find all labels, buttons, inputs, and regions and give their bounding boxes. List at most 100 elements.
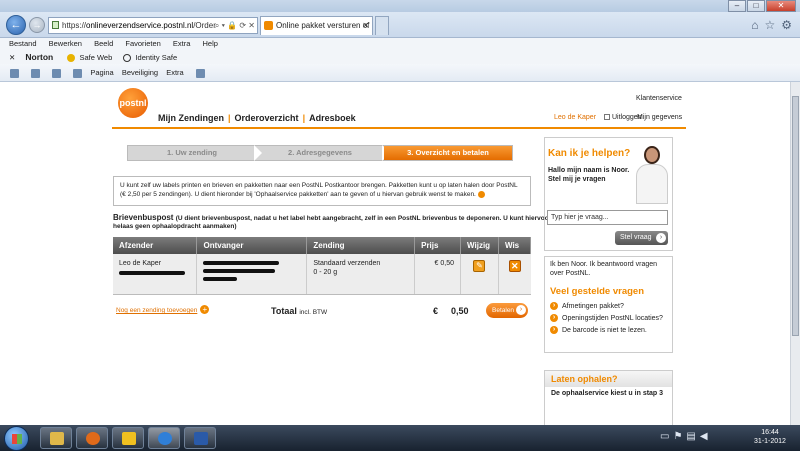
identity-safe-button[interactable]: Identity Safe [135, 53, 177, 62]
address-tools-icon[interactable]: ⌕ ▾ 🔒 ⟳ ✕ [215, 18, 255, 33]
redacted-recipient [203, 269, 276, 273]
info-text: U kunt zelf uw labels printen en brieven… [120, 182, 518, 198]
close-tab-icon[interactable]: ✕ [362, 17, 369, 34]
browser-navbar: ← → https://onlineverzendservice.postnl.… [0, 12, 800, 47]
network-icon[interactable]: ▤ [686, 431, 699, 442]
menu-bestand[interactable]: Bestand [9, 39, 37, 48]
question-input[interactable]: Typ hier je vraag... [547, 210, 668, 225]
norton-brand[interactable]: Norton [25, 52, 53, 62]
back-button[interactable]: ← [6, 15, 26, 35]
mail-icon[interactable] [52, 68, 62, 78]
close-toolbar-icon[interactable]: ✕ [9, 53, 15, 62]
forward-button[interactable]: → [29, 17, 45, 33]
pickup-title[interactable]: Laten ophalen? [551, 374, 618, 384]
faq-item[interactable]: Afmetingen pakket? [550, 302, 670, 311]
help-title: Kan ik je helpen? [548, 148, 631, 159]
nav-mijn-zendingen[interactable]: Mijn Zendingen [158, 113, 224, 123]
security-menu[interactable]: Beveiliging [122, 68, 158, 77]
new-tab-button[interactable] [375, 16, 389, 35]
add-shipment-label: Nog een zending toevoegen [116, 307, 198, 314]
col-zending: Zending [306, 237, 416, 254]
settings-gear-icon[interactable]: ⚙ [781, 18, 792, 32]
page-menu[interactable]: Pagina [90, 68, 113, 77]
table-header-row: Afzender Ontvanger Zending Prijs Wijzig … [113, 237, 532, 254]
nav-orderoverzicht[interactable]: Orderoverzicht [235, 113, 299, 123]
postnl-logo[interactable]: postnl [118, 88, 148, 118]
start-button[interactable] [4, 426, 29, 451]
total-text: Totaal [271, 306, 297, 316]
taskbar-norton[interactable] [112, 427, 144, 449]
section-title: Brievenbuspost (U dient brievenbuspost, … [113, 213, 551, 222]
postnl-favicon-icon [264, 21, 273, 30]
faq-title: Veel gestelde vragen [550, 286, 644, 297]
menu-bar: Bestand Bewerken Beeld Favorieten Extra … [0, 38, 800, 50]
home-icon[interactable]: ⌂ [751, 18, 758, 32]
safe-web-button[interactable]: Safe Web [79, 53, 112, 62]
arrow-right-icon: › [656, 233, 666, 243]
progress-steps: 1. Uw zending 2. Adresgegevens 3. Overzi… [127, 145, 513, 161]
cell-shipment: Standaard verzenden 0 - 20 g [306, 254, 416, 295]
address-bar[interactable]: https://onlineverzendservice.postnl.nl/O… [48, 17, 258, 34]
avatar-head [644, 146, 660, 164]
logout-link[interactable]: Uitloggen [604, 114, 642, 121]
add-shipment-link[interactable]: Nog een zending toevoegen + [116, 305, 210, 314]
taskbar-word[interactable] [184, 427, 216, 449]
menu-favorieten[interactable]: Favorieten [125, 39, 160, 48]
faq-intro: Ik ben Noor. Ik beantwoord vragen over P… [550, 261, 658, 277]
volume-icon[interactable]: ◀ [700, 431, 712, 442]
taskbar-internet-explorer[interactable] [148, 427, 180, 449]
menu-beeld[interactable]: Beeld [94, 39, 113, 48]
menu-help[interactable]: Help [203, 39, 218, 48]
nav-separator: | [228, 113, 231, 123]
user-name[interactable]: Leo de Kaper [554, 114, 596, 121]
faq-item[interactable]: De barcode is niet te lezen. [550, 326, 670, 335]
step-3-active: 3. Overzicht en betalen [384, 146, 512, 160]
extra-menu[interactable]: Extra [166, 68, 184, 77]
arrow-right-icon: › [516, 305, 526, 315]
feeds-icon[interactable] [31, 68, 41, 78]
pickup-subtitle: De ophaalservice kiest u in stap 3 [551, 390, 664, 397]
menu-extra[interactable]: Extra [173, 39, 191, 48]
clock-time: 16:44 [761, 429, 779, 436]
faq-item[interactable]: Openingstijden PostNL locaties? [550, 314, 670, 323]
url-prefix: https:// [62, 21, 87, 30]
identity-safe-icon [123, 54, 132, 63]
nav-adresboek[interactable]: Adresboek [309, 113, 356, 123]
klantenservice-link[interactable]: Klantenservice [636, 95, 682, 102]
vertical-scrollbar[interactable] [790, 82, 800, 425]
windows-taskbar: ▭⚑▤◀ 16:44 31-1-2012 [0, 425, 800, 451]
shipment-weight: 0 - 20 g [313, 269, 338, 276]
taskbar-explorer[interactable] [40, 427, 72, 449]
table-row: Leo de Kaper Standaard verzenden 0 - 20 … [113, 254, 531, 295]
menu-bewerken[interactable]: Bewerken [49, 39, 82, 48]
help-greeting: Hallo mijn naam is Noor. Stel mij je vra… [548, 167, 630, 183]
my-data-link[interactable]: Mijn gegevens [637, 114, 682, 121]
minimize-button[interactable]: – [728, 0, 746, 12]
command-bar: Pagina Beveiliging Extra [0, 64, 800, 82]
info-icon[interactable] [477, 190, 485, 198]
total-vat-note: incl. BTW [299, 309, 328, 316]
delete-icon[interactable]: ✕ [508, 260, 521, 272]
taskbar-media-player[interactable] [76, 427, 108, 449]
maximize-button[interactable]: □ [747, 0, 765, 12]
avatar-body [636, 164, 668, 204]
scrollbar-thumb[interactable] [792, 96, 799, 336]
lock-icon [52, 21, 59, 29]
assistant-avatar [634, 146, 670, 204]
cell-sender: Leo de Kaper [113, 254, 198, 295]
close-window-button[interactable]: ✕ [766, 0, 796, 12]
ask-question-button[interactable]: Stel vraag › [615, 231, 668, 245]
favorites-star-icon[interactable]: ☆ [764, 18, 775, 32]
home-small-icon[interactable] [10, 68, 19, 78]
keyboard-icon[interactable]: ▭ [660, 431, 673, 442]
clock[interactable]: 16:44 31-1-2012 [751, 428, 789, 446]
pay-button[interactable]: Betalen › [486, 303, 528, 318]
print-icon[interactable] [73, 68, 83, 78]
edit-icon[interactable]: ✎ [473, 260, 486, 272]
help-icon[interactable] [195, 68, 205, 78]
flag-icon[interactable]: ⚑ [673, 431, 686, 442]
tab-postnl[interactable]: Online pakket versturen of ... ✕ [260, 16, 373, 47]
media-player-icon [86, 432, 100, 445]
logout-icon [604, 114, 610, 121]
add-icon[interactable]: + [200, 305, 210, 314]
